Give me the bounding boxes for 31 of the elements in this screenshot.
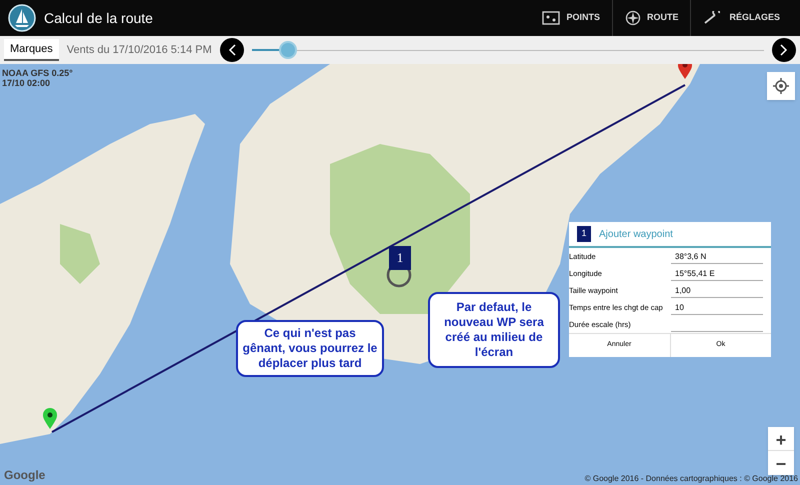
locate-button[interactable]: [767, 72, 795, 100]
field-input[interactable]: 10: [671, 300, 763, 314]
chevron-left-icon: [228, 44, 236, 56]
zoom-out-button[interactable]: −: [768, 451, 794, 475]
zoom-in-button[interactable]: +: [768, 427, 794, 451]
map-pin-icon[interactable]: [42, 408, 58, 430]
map-attribution: © Google 2016 - Données cartographiques : © Google 2016: [584, 473, 798, 485]
marks-tab[interactable]: Marques: [4, 39, 59, 61]
time-slider[interactable]: [252, 40, 764, 60]
field-input[interactable]: 1,00: [671, 284, 763, 298]
callout-bubble: Ce qui n'est pas gênant, vous pourrez le déplacer plus tard: [236, 320, 384, 377]
weather-model-label: NOAA GFS 0.25°: [2, 68, 73, 78]
app-title: Calcul de la route: [44, 8, 153, 28]
waypoint-marker[interactable]: 1: [389, 246, 411, 270]
dialog-title: Ajouter waypoint: [599, 228, 673, 242]
wind-date-label: Vents du 17/10/2016 5:14 PM: [66, 42, 212, 58]
field-input[interactable]: 38°3,6 N: [671, 250, 763, 264]
chevron-right-icon: [780, 44, 788, 56]
field-input[interactable]: 15°55,41 E: [671, 266, 763, 280]
crosshair-icon: [773, 78, 789, 94]
weather-time-label: 17/10 02:00: [2, 78, 52, 88]
sailboat-logo-icon: [8, 4, 36, 32]
compass-icon: [624, 10, 641, 26]
next-button[interactable]: [772, 38, 796, 62]
map-pin-icon[interactable]: [677, 64, 693, 80]
waypoint-badge: 1: [577, 226, 591, 242]
callout-bubble: Par defaut, le nouveau WP sera créé au milieu de l'écran: [428, 292, 560, 368]
slider-thumb[interactable]: [278, 41, 297, 59]
toolbar-action-button[interactable]: POINTS: [530, 0, 612, 36]
previous-button[interactable]: [220, 38, 244, 62]
map-logo: Google: [4, 467, 46, 484]
